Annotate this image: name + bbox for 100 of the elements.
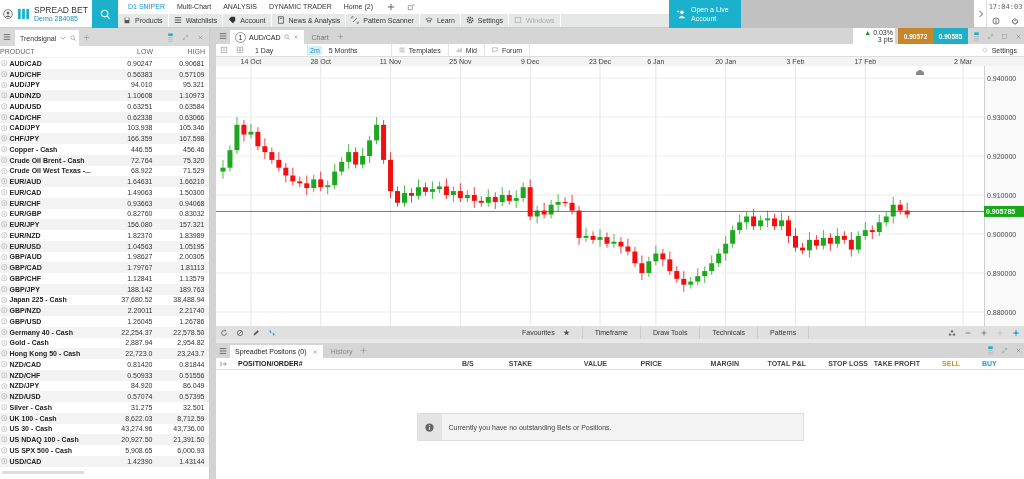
candlestick (562, 196, 568, 208)
grid-icon[interactable] (236, 46, 244, 54)
candlestick (227, 145, 233, 172)
candlestick (318, 171, 324, 192)
candlestick (597, 228, 603, 248)
app-title: SPREAD BET (34, 5, 88, 15)
refresh-icon[interactable] (220, 328, 228, 337)
zoom-icon (70, 35, 77, 41)
candlestick (415, 179, 421, 201)
candlestick (478, 195, 484, 208)
candlestick (276, 151, 282, 172)
gear-icon (981, 47, 988, 53)
candlestick (248, 123, 254, 139)
candlestick (590, 230, 596, 245)
close-icon (311, 348, 318, 355)
candlestick (283, 162, 289, 183)
candlestick (869, 225, 875, 240)
candlestick (269, 147, 275, 165)
expand-icon[interactable] (182, 32, 189, 42)
candlestick (297, 176, 303, 188)
user-icon[interactable] (3, 8, 13, 19)
candlestick (457, 182, 463, 203)
popout-icon[interactable] (1001, 31, 1008, 41)
candlestick (639, 255, 645, 281)
plus-icon[interactable] (360, 347, 368, 354)
candlestick (464, 189, 470, 203)
candlestick (548, 199, 554, 219)
scrollbar[interactable] (2, 470, 84, 474)
close-icon[interactable] (1015, 346, 1022, 355)
logo-icon (17, 7, 30, 20)
candlestick (688, 276, 694, 289)
expand-rows-icon[interactable] (220, 360, 228, 367)
candlestick (255, 126, 261, 151)
candlestick (353, 147, 359, 169)
candlestick (876, 214, 882, 237)
candlestick (304, 175, 310, 196)
candlestick (723, 235, 729, 261)
candlestick (730, 225, 736, 249)
candlestick (848, 231, 854, 258)
candlestick (520, 182, 526, 203)
window-icon[interactable] (407, 2, 415, 11)
candlestick (555, 193, 561, 213)
move-icon[interactable] (1012, 328, 1020, 337)
sliders-icon (398, 47, 405, 53)
plus-icon[interactable] (336, 32, 344, 40)
candlestick (429, 180, 435, 200)
menu-icon[interactable] (3, 33, 11, 41)
layout-icon[interactable] (987, 346, 994, 355)
candlestick (241, 119, 247, 142)
candlestick (806, 231, 812, 258)
candlestick (786, 215, 792, 244)
chevron-right-icon[interactable] (978, 10, 984, 18)
candlestick (408, 187, 414, 204)
plus-icon[interactable] (387, 2, 395, 11)
candlestick (751, 208, 757, 231)
document-icon (276, 16, 285, 25)
candlestick (569, 194, 575, 215)
search-button[interactable] (92, 0, 118, 28)
pencil-icon[interactable] (252, 328, 260, 337)
candlestick (702, 265, 708, 284)
candlestick (820, 229, 826, 250)
candlestick (583, 227, 589, 243)
candlestick (346, 143, 352, 170)
close-icon (292, 34, 299, 40)
speech-bubble-icon (491, 47, 498, 53)
expand-icon[interactable] (987, 31, 994, 41)
scan-icon (351, 16, 360, 25)
candlestick (492, 191, 498, 210)
house-icon[interactable] (916, 70, 924, 75)
menu-icon[interactable] (219, 32, 227, 40)
nodes-icon[interactable] (948, 328, 956, 337)
person-icon (676, 9, 686, 19)
candlestick (367, 135, 373, 164)
plus-icon[interactable] (83, 33, 90, 41)
plus-icon[interactable] (980, 328, 988, 337)
candlestick (513, 189, 519, 209)
candlestick (443, 178, 449, 200)
candlestick (792, 227, 798, 252)
candlestick (681, 270, 687, 293)
layout-icon[interactable] (167, 32, 174, 42)
candlestick (604, 232, 610, 249)
crosshair-icon[interactable] (268, 328, 276, 337)
candlestick (765, 210, 771, 228)
expand-icon[interactable] (1001, 346, 1008, 355)
search-icon (283, 34, 290, 40)
ban-icon[interactable] (236, 328, 244, 337)
candlestick (220, 159, 226, 180)
candlestick (632, 246, 638, 268)
window-icon (514, 16, 523, 25)
power-icon[interactable] (1010, 16, 1019, 25)
candlestick (611, 233, 617, 249)
candlestick (332, 163, 338, 190)
panel-icon[interactable] (220, 46, 228, 54)
list-icon (173, 16, 182, 25)
menu-icon[interactable] (219, 346, 227, 355)
candlestick (855, 230, 861, 254)
info-icon[interactable] (992, 16, 1001, 25)
candlestick (339, 156, 345, 176)
candlestick (646, 256, 652, 278)
layout-icon[interactable] (973, 31, 980, 41)
